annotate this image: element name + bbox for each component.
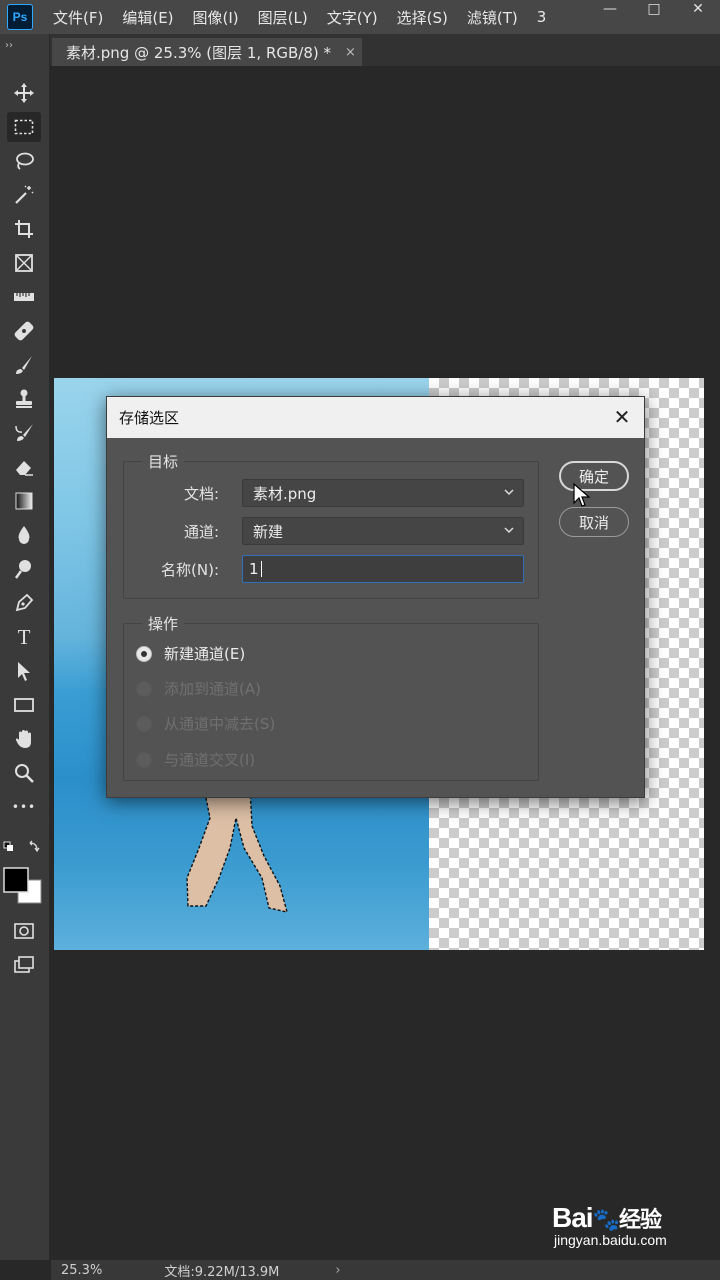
path-selection-tool-icon[interactable] bbox=[7, 656, 41, 686]
document-select[interactable]: 素材.png bbox=[242, 479, 524, 507]
cancel-button[interactable]: 取消 bbox=[559, 507, 629, 537]
screen-mode-icon[interactable] bbox=[7, 950, 41, 980]
frame-tool-icon[interactable] bbox=[7, 248, 41, 278]
pen-tool-icon[interactable] bbox=[7, 588, 41, 618]
target-group: 目标 文档: 素材.png 通道: 新建 名称(N): 1 bbox=[123, 451, 539, 599]
clone-stamp-tool-icon[interactable] bbox=[7, 384, 41, 414]
window-controls: — □ ✕ bbox=[588, 0, 720, 34]
rectangle-tool-icon[interactable] bbox=[7, 690, 41, 720]
menu-type[interactable]: 文字(Y) bbox=[327, 7, 378, 28]
hand-tool-icon[interactable] bbox=[7, 724, 41, 754]
type-tool-icon[interactable]: T bbox=[7, 622, 41, 652]
swap-colors-icon[interactable] bbox=[2, 840, 42, 856]
paw-icon: 🐾 bbox=[592, 1207, 620, 1232]
menu-3d[interactable]: 3 bbox=[537, 8, 547, 26]
menu-layer[interactable]: 图层(L) bbox=[258, 7, 308, 28]
document-size-info: 文档:9.22M/13.9M bbox=[164, 1264, 280, 1280]
ruler-tool-icon[interactable] bbox=[7, 282, 41, 312]
dialog-close-icon[interactable]: ✕ bbox=[610, 405, 634, 429]
save-selection-dialog: 存储选区 ✕ 目标 文档: 素材.png 通道: 新建 名称(N): 1 操作 … bbox=[106, 396, 645, 798]
name-input[interactable]: 1 bbox=[242, 555, 524, 583]
more-tools-icon[interactable]: ••• bbox=[7, 792, 41, 822]
tools-panel: ›› T ••• bbox=[0, 34, 50, 1260]
text-caret bbox=[260, 561, 262, 577]
photoshop-logo-icon: Ps bbox=[7, 4, 33, 30]
history-brush-tool-icon[interactable] bbox=[7, 418, 41, 448]
operation-group: 操作 新建通道(E) 添加到通道(A) 从通道中减去(S) 与通道交叉(I) bbox=[123, 613, 539, 781]
radio-intersect-with-channel: 与通道交叉(I) bbox=[136, 749, 255, 770]
chevron-down-icon bbox=[504, 527, 514, 534]
radio-label: 添加到通道(A) bbox=[164, 680, 261, 698]
radio-disabled-icon bbox=[136, 680, 152, 697]
dodge-tool-icon[interactable] bbox=[7, 554, 41, 584]
lasso-tool-icon[interactable] bbox=[7, 146, 41, 176]
gradient-tool-icon[interactable] bbox=[7, 486, 41, 516]
blur-tool-icon[interactable] bbox=[7, 520, 41, 550]
dialog-title-bar: 存储选区 ✕ bbox=[107, 397, 644, 438]
radio-disabled-icon bbox=[136, 715, 152, 732]
mouse-pointer-icon bbox=[573, 483, 591, 507]
document-label: 文档: bbox=[183, 485, 219, 503]
name-label: 名称(N): bbox=[161, 561, 219, 579]
zoom-tool-icon[interactable] bbox=[7, 758, 41, 788]
rect-marquee-tool-icon[interactable] bbox=[7, 112, 41, 142]
menu-edit[interactable]: 编辑(E) bbox=[122, 7, 173, 28]
baidu-logo: Bai🐾经验 bbox=[552, 1202, 712, 1234]
channel-label: 通道: bbox=[183, 523, 219, 541]
menu-select[interactable]: 选择(S) bbox=[397, 7, 448, 28]
zoom-level[interactable]: 25.3% bbox=[61, 1263, 102, 1278]
radio-subtract-from-channel: 从通道中减去(S) bbox=[136, 713, 275, 734]
baidu-jingyan-watermark: Bai🐾经验 jingyan.baidu.com bbox=[552, 1202, 712, 1266]
target-group-label: 目标 bbox=[142, 451, 185, 472]
radio-label: 从通道中减去(S) bbox=[164, 715, 276, 733]
watermark-url: jingyan.baidu.com bbox=[554, 1232, 667, 1248]
eraser-tool-icon[interactable] bbox=[7, 452, 41, 482]
menu-image[interactable]: 图像(I) bbox=[193, 7, 239, 28]
dialog-title: 存储选区 bbox=[119, 409, 180, 427]
radio-label: 新建通道(E) bbox=[164, 645, 246, 663]
radio-disabled-icon bbox=[136, 751, 152, 768]
document-tab[interactable]: 素材.png @ 25.3% (图层 1, RGB/8) * × bbox=[52, 38, 362, 66]
close-tab-icon[interactable]: × bbox=[345, 45, 356, 60]
jingyan-text: 经验 bbox=[618, 1207, 662, 1232]
baidu-logo-text: Bai bbox=[552, 1202, 594, 1233]
crop-tool-icon[interactable] bbox=[7, 214, 41, 244]
foreground-background-color-icon[interactable] bbox=[2, 866, 44, 906]
menu-file[interactable]: 文件(F) bbox=[53, 7, 103, 28]
move-tool-icon[interactable] bbox=[7, 78, 41, 108]
radio-label: 与通道交叉(I) bbox=[164, 751, 256, 769]
document-select-value: 素材.png bbox=[253, 484, 317, 503]
maximize-button[interactable]: □ bbox=[632, 0, 676, 18]
status-menu-arrow-icon[interactable]: › bbox=[335, 1263, 340, 1278]
magic-wand-tool-icon[interactable] bbox=[7, 180, 41, 210]
collapse-toolbar-icon[interactable]: ›› bbox=[5, 40, 13, 51]
close-window-button[interactable]: ✕ bbox=[676, 0, 720, 18]
radio-add-to-channel: 添加到通道(A) bbox=[136, 678, 261, 699]
document-tab-title: 素材.png @ 25.3% (图层 1, RGB/8) * bbox=[66, 43, 332, 62]
name-input-value: 1 bbox=[249, 560, 259, 578]
ok-button[interactable]: 确定 bbox=[559, 461, 629, 491]
healing-brush-tool-icon[interactable] bbox=[7, 316, 41, 346]
operation-group-label: 操作 bbox=[142, 613, 185, 634]
brush-tool-icon[interactable] bbox=[7, 350, 41, 380]
channel-select[interactable]: 新建 bbox=[242, 517, 524, 545]
menu-bar: Ps 文件(F) 编辑(E) 图像(I) 图层(L) 文字(Y) 选择(S) 滤… bbox=[0, 0, 720, 34]
document-tab-bar: 素材.png @ 25.3% (图层 1, RGB/8) * × bbox=[50, 34, 720, 66]
minimize-button[interactable]: — bbox=[588, 0, 632, 18]
radio-selected-icon bbox=[136, 645, 152, 662]
quick-mask-icon[interactable] bbox=[7, 916, 41, 946]
menu-filter[interactable]: 滤镜(T) bbox=[467, 7, 518, 28]
radio-new-channel[interactable]: 新建通道(E) bbox=[136, 643, 245, 664]
chevron-down-icon bbox=[504, 489, 514, 496]
channel-select-value: 新建 bbox=[253, 522, 284, 541]
